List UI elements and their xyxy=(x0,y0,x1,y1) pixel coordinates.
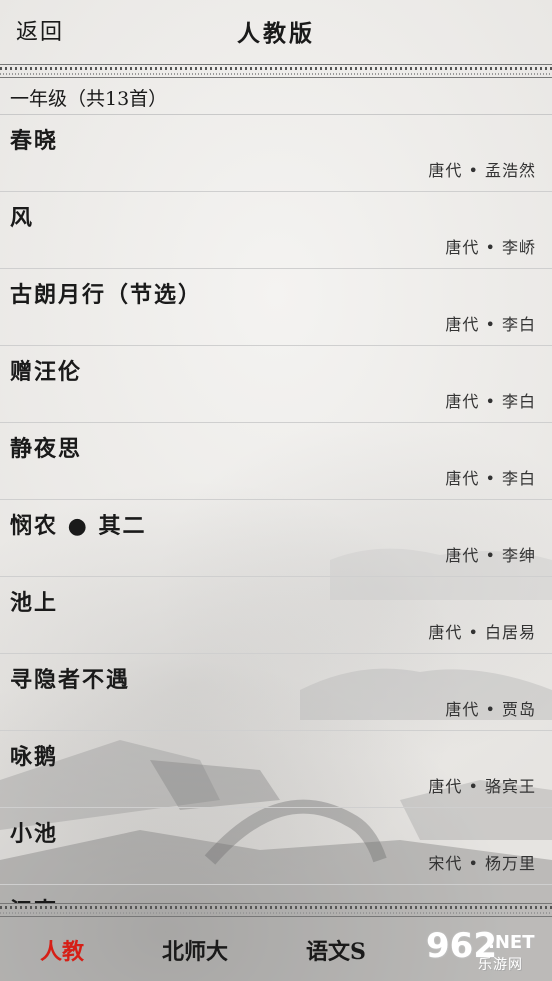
tab-beishida[interactable]: 北师大 xyxy=(162,934,228,966)
poem-title: 风 xyxy=(10,205,35,231)
poem-title: 赠汪伦 xyxy=(10,359,83,385)
section-title: 一年级（共13首） xyxy=(10,88,168,110)
poem-author: 唐代 • 李白 xyxy=(445,315,536,334)
header-bar: 返回 人教版 xyxy=(0,0,552,62)
poem-list: 春晓 唐代 • 孟浩然 风 唐代 • 李峤 古朗月行（节选） 唐代 • 李白 赠… xyxy=(0,115,552,903)
poem-item[interactable]: 小池 宋代 • 杨万里 xyxy=(0,808,552,885)
poem-author: 唐代 • 李绅 xyxy=(445,546,536,565)
poem-item[interactable]: 江南 xyxy=(0,885,552,903)
poem-author: 唐代 • 李峤 xyxy=(445,238,536,257)
watermark-suffix: .NET xyxy=(488,932,535,953)
poem-title: 小池 xyxy=(10,821,59,847)
poem-title: 江南 xyxy=(10,893,58,903)
poem-item[interactable]: 寻隐者不遇 唐代 • 贾岛 xyxy=(0,654,552,731)
watermark-site: 乐游网 xyxy=(478,957,523,973)
decorative-border-top xyxy=(0,64,552,78)
poem-item[interactable]: 悯农 ● 其二 唐代 • 李绅 xyxy=(0,500,552,577)
site-watermark-logo: 962 .NET 乐游网 xyxy=(418,926,546,973)
poem-author: 唐代 • 骆宾王 xyxy=(428,777,536,796)
poem-author: 宋代 • 杨万里 xyxy=(428,854,536,873)
poem-title: 春晓 xyxy=(10,128,59,154)
poem-title: 悯农 ● 其二 xyxy=(10,513,147,539)
poem-author: 唐代 • 白居易 xyxy=(428,623,536,642)
poem-item[interactable]: 春晓 唐代 • 孟浩然 xyxy=(0,115,552,192)
page-title: 人教版 xyxy=(237,20,315,47)
poem-item[interactable]: 赠汪伦 唐代 • 李白 xyxy=(0,346,552,423)
poem-item[interactable]: 池上 唐代 • 白居易 xyxy=(0,577,552,654)
poem-author: 唐代 • 李白 xyxy=(445,392,536,411)
tab-renjiao[interactable]: 人教 xyxy=(40,934,84,966)
tab-yuwen-s[interactable]: 语文S xyxy=(306,934,366,966)
poem-item[interactable]: 风 唐代 • 李峤 xyxy=(0,192,552,269)
poem-author: 唐代 • 李白 xyxy=(445,469,536,488)
poem-title: 古朗月行（节选） xyxy=(10,282,203,308)
poem-title: 寻隐者不遇 xyxy=(10,667,131,693)
poem-author: 唐代 • 贾岛 xyxy=(445,700,536,719)
tab-bar: 人教 北师大 语文S 962 .NET 乐游网 xyxy=(0,916,552,981)
poem-title: 池上 xyxy=(10,590,59,616)
poem-author: 唐代 • 孟浩然 xyxy=(428,161,536,180)
poem-item[interactable]: 咏鹅 唐代 • 骆宾王 xyxy=(0,731,552,808)
poem-title: 咏鹅 xyxy=(10,744,59,770)
poem-item[interactable]: 静夜思 唐代 • 李白 xyxy=(0,423,552,500)
decorative-border-bottom xyxy=(0,903,552,917)
poem-item[interactable]: 古朗月行（节选） 唐代 • 李白 xyxy=(0,269,552,346)
section-header: 一年级（共13首） xyxy=(0,78,552,115)
poem-title: 静夜思 xyxy=(10,436,83,462)
